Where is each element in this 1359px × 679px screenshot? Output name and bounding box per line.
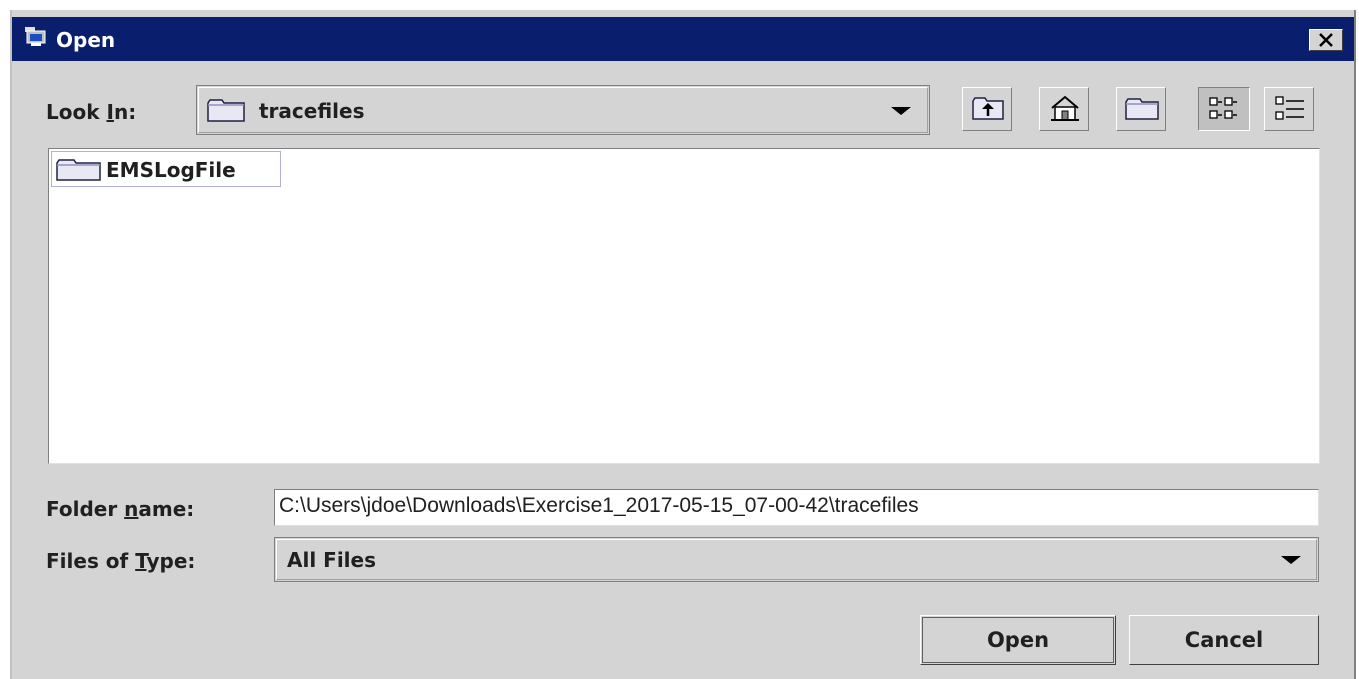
folder-name-label: Folder name:: [46, 497, 195, 521]
up-folder-icon: [972, 97, 1004, 120]
folder-icon: [207, 99, 245, 122]
file-list[interactable]: EMSLogFile: [48, 148, 1320, 464]
details-view-button[interactable]: [1264, 87, 1314, 131]
folder-name-field[interactable]: C:\Users\jdoe\Downloads\Exercise1_2017-0…: [274, 489, 1319, 526]
files-of-type-label: Files of Type:: [46, 549, 196, 573]
list-view-icon: [1209, 97, 1237, 119]
close-icon: [1319, 33, 1333, 47]
title-bar[interactable]: Open: [12, 17, 1354, 61]
file-name: EMSLogFile: [106, 158, 236, 182]
home-button[interactable]: [1039, 87, 1089, 131]
close-button[interactable]: [1309, 29, 1343, 51]
home-icon: [1051, 95, 1079, 121]
chevron-down-icon: [1281, 556, 1301, 564]
list-item[interactable]: EMSLogFile: [51, 151, 281, 187]
look-in-label: Look In:: [46, 100, 137, 124]
folder-icon: [56, 159, 101, 181]
background-strip: [0, 0, 1359, 10]
open-dialog: Open Look In: tracefiles EMSLogFile Fold…: [10, 10, 1356, 679]
details-view-icon: [1275, 96, 1304, 120]
create-new-folder-button[interactable]: [1116, 87, 1166, 131]
window-title: Open: [56, 28, 116, 52]
look-in-combo[interactable]: tracefiles: [196, 85, 930, 135]
open-button[interactable]: Open: [920, 615, 1116, 665]
new-folder-icon: [1125, 98, 1159, 120]
list-view-button[interactable]: [1198, 87, 1250, 131]
files-of-type-value: All Files: [287, 548, 376, 572]
files-of-type-combo[interactable]: All Files: [274, 537, 1319, 582]
java-window-icon: [24, 26, 48, 48]
up-one-level-button[interactable]: [962, 87, 1012, 131]
cancel-button[interactable]: Cancel: [1129, 615, 1319, 665]
look-in-value: tracefiles: [259, 99, 365, 123]
chevron-down-icon: [891, 107, 911, 115]
